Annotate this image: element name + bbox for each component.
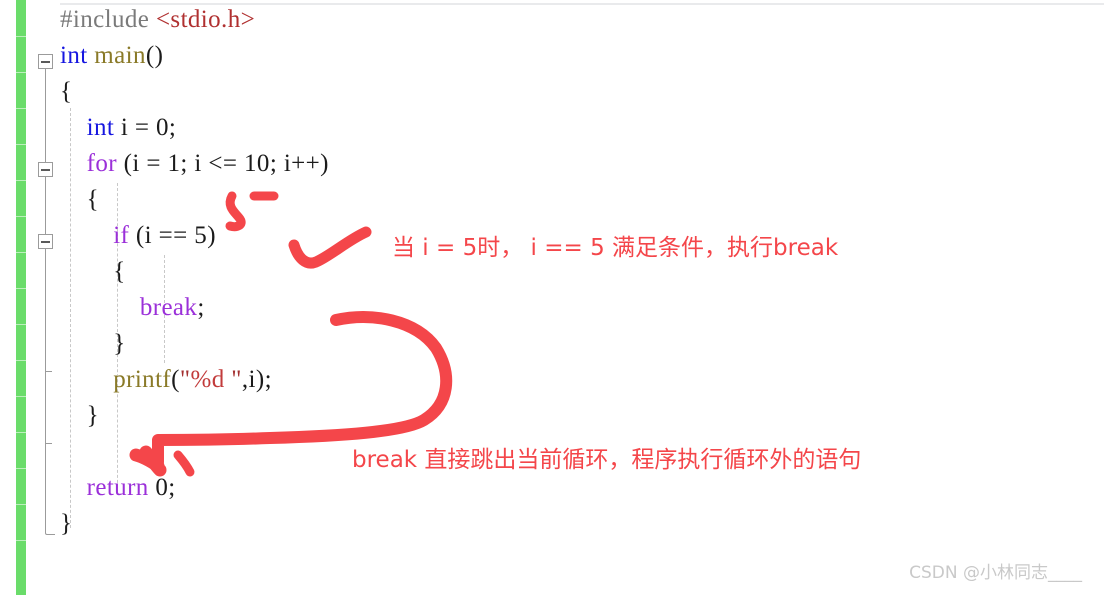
code-token: #include [60,6,156,33]
code-token: for [86,150,117,177]
code-token: } [86,402,100,429]
code-line-1[interactable]: #include <stdio.h> [60,2,960,38]
code-line-3[interactable]: { [60,74,960,110]
code-token: ( [171,366,180,393]
code-token: { [113,258,126,285]
code-editor-pane[interactable]: #include <stdio.h> int main(){ int i = 0;… [0,0,1104,595]
code-token: (i == 5) [129,222,216,249]
csdn-watermark: CSDN @小林同志____ [909,563,1082,583]
code-token: ,i); [241,366,272,393]
annotation-note-condition: 当 i = 5时， i == 5 满足条件，执行break [392,235,839,261]
code-token: return [86,474,149,501]
source-code-text[interactable]: #include <stdio.h> int main(){ int i = 0;… [0,0,1104,595]
code-token: i = 0; [114,114,177,141]
code-token: printf [113,366,172,393]
code-token: int [60,42,88,69]
code-token: 0; [148,474,176,501]
code-token: { [60,78,73,105]
code-token: } [60,510,73,537]
code-line-12[interactable]: } [60,398,960,434]
code-token: } [113,330,126,357]
code-line-6[interactable]: { [60,182,960,218]
code-token: " [179,366,191,393]
code-token: <stdio.h> [155,6,256,33]
code-line-5[interactable]: for (i = 1; i <= 10; i++) [60,146,960,182]
code-line-2[interactable]: int main() [60,38,960,74]
code-token: main [94,42,146,69]
code-line-15[interactable]: } [60,506,960,542]
code-token: () [145,42,164,69]
code-token: break [139,294,198,321]
code-token: " [224,366,242,393]
annotation-note-break: break 直接跳出当前循环，程序执行循环外的语句 [352,447,862,473]
code-token: { [86,186,100,213]
code-line-14[interactable]: return 0; [60,470,960,506]
code-line-11[interactable]: printf("%d ",i); [60,362,960,398]
code-token: if [113,222,130,249]
code-token: int [86,114,115,141]
code-line-9[interactable]: break; [60,290,960,326]
code-token: (i = 1; i <= 10; i++) [116,150,329,177]
code-line-4[interactable]: int i = 0; [60,110,960,146]
code-token: %d [190,366,225,393]
code-token: ; [197,294,205,321]
code-line-10[interactable]: } [60,326,960,362]
